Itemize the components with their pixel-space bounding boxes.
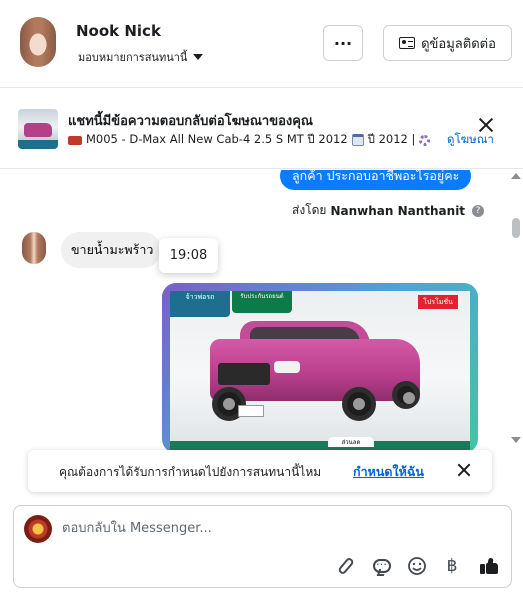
baht-icon: ฿	[446, 556, 458, 576]
payment-button[interactable]: ฿	[440, 554, 464, 578]
promo-badge: โปรโมชั่น	[418, 295, 458, 309]
sent-by-prefix: ส่งโดย	[292, 203, 327, 217]
assign-to-me-link[interactable]: กำหนดให้ฉัน	[353, 462, 424, 482]
sent-by-name: Nanwhan Nanthanit	[330, 203, 466, 218]
scroll-up-arrow[interactable]	[511, 173, 521, 179]
ad-thumbnail	[18, 109, 58, 149]
truck-emoji-icon	[68, 135, 82, 145]
page-avatar	[24, 515, 52, 543]
send-like-button[interactable]	[477, 554, 501, 578]
more-icon: ···	[333, 33, 353, 53]
ad-context-title: แชทนี้มีข้อความตอบกลับต่อโฆษณาของคุณ	[68, 114, 313, 129]
paperclip-icon	[337, 556, 355, 576]
scrollbar-thumb[interactable]	[512, 218, 520, 238]
ad-subtitle-text: M005 - D-Max All New Cab-4 2.5 S MT ปี 2…	[86, 132, 348, 146]
timestamp-tooltip: 19:08	[159, 238, 218, 273]
outgoing-message-bubble[interactable]: ลูกค้า ประกอบอาชีพอะไรอยู่คะ	[280, 170, 472, 190]
view-contact-info-label: ดูข้อมูลติดต่อ	[421, 36, 496, 52]
sent-by-line: ส่งโดย Nanwhan Nanthanit ?	[292, 201, 485, 220]
conversation-header: Nook Nick มอบหมายการสนทนานี้ ··· ดูข้อมู…	[0, 0, 523, 88]
attach-file-button[interactable]	[334, 554, 358, 578]
saved-replies-button[interactable]	[370, 554, 394, 578]
warranty-badge: รับประกันรถยนต์	[232, 291, 292, 313]
truck-photo: จ้าวพ่อรถ รับประกันรถยนต์ โปรโมชั่น ส่วน…	[170, 291, 470, 450]
view-contact-info-button[interactable]: ดูข้อมูลติดต่อ	[383, 25, 512, 61]
dealer-logo: จ้าวพ่อรถ	[170, 291, 230, 317]
assign-question: คุณต้องการได้รับการกำหนดไปยังการสนทนานี้…	[59, 465, 322, 479]
more-options-button[interactable]: ···	[323, 25, 363, 61]
contact-card-icon	[399, 37, 416, 49]
caret-down-icon	[193, 54, 204, 60]
ad-image-attachment[interactable]: จ้าวพ่อรถ รับประกันรถยนต์ โปรโมชั่น ส่วน…	[162, 283, 478, 450]
assign-conversation-dropdown[interactable]: มอบหมายการสนทนานี้	[78, 48, 204, 66]
contact-avatar[interactable]	[20, 17, 56, 67]
message-thread[interactable]: ลูกค้า ประกอบอาชีพอะไรอยู่คะ ส่งโดย Nanw…	[0, 170, 523, 450]
ad-subtitle-year: ปี 2012 |	[367, 132, 416, 146]
assign-to-me-banner: คุณต้องการได้รับการกำหนดไปยังการสนทนานี้…	[28, 450, 492, 492]
emoji-button[interactable]	[405, 554, 429, 578]
discount-tag: ส่วนลด	[328, 437, 374, 447]
close-icon[interactable]	[478, 117, 494, 133]
message-composer: ฿	[13, 505, 512, 588]
incoming-message-bubble[interactable]: ขายน้ำมะพร้าว	[61, 232, 161, 268]
ad-reply-context: แชทนี้มีข้อความตอบกลับต่อโฆษณาของคุณ M00…	[0, 89, 523, 169]
saved-replies-icon	[373, 555, 391, 573]
gear-emoji-icon	[419, 134, 431, 146]
calendar-emoji-icon	[351, 134, 364, 146]
ad-context-subtitle: M005 - D-Max All New Cab-4 2.5 S MT ปี 2…	[68, 131, 448, 149]
help-icon[interactable]: ?	[472, 204, 485, 217]
contact-name[interactable]: Nook Nick	[76, 22, 161, 40]
dismiss-banner-icon[interactable]	[457, 463, 471, 477]
smiley-icon	[408, 557, 426, 575]
scroll-down-arrow[interactable]	[511, 437, 521, 443]
thumbs-up-icon	[480, 557, 498, 574]
view-ad-link[interactable]: ดูโฆษณา	[447, 131, 494, 149]
reply-input[interactable]	[62, 516, 462, 540]
assign-label: มอบหมายการสนทนานี้	[78, 51, 188, 64]
sender-avatar	[22, 232, 46, 264]
